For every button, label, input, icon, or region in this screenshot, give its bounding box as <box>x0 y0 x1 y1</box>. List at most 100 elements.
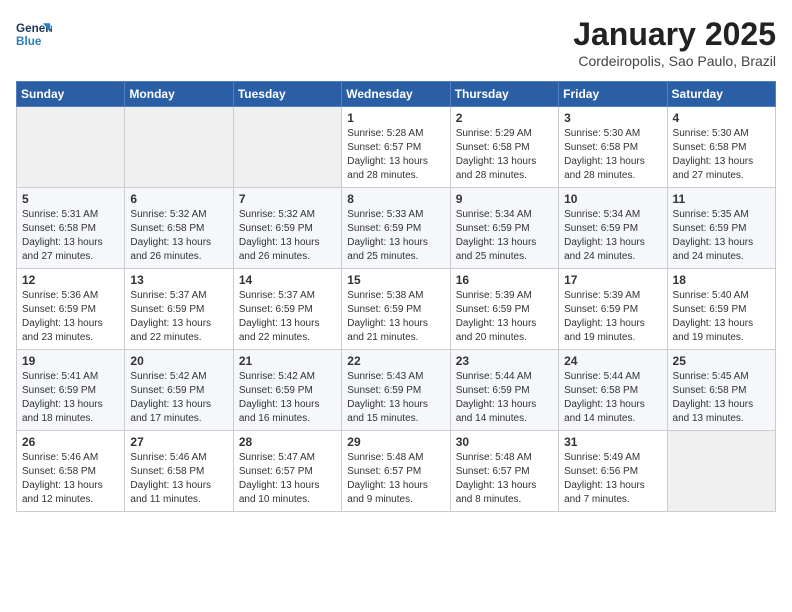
day-number: 14 <box>239 273 336 287</box>
day-number: 25 <box>673 354 770 368</box>
day-info: Sunrise: 5:34 AM Sunset: 6:59 PM Dayligh… <box>456 208 553 264</box>
day-cell: 10Sunrise: 5:34 AM Sunset: 6:59 PM Dayli… <box>559 188 667 269</box>
day-number: 7 <box>239 192 336 206</box>
weekday-header-row: SundayMondayTuesdayWednesdayThursdayFrid… <box>17 82 776 107</box>
title-section: January 2025 Cordeiropolis, Sao Paulo, B… <box>573 16 776 69</box>
day-number: 19 <box>22 354 119 368</box>
weekday-header-tuesday: Tuesday <box>233 82 341 107</box>
day-info: Sunrise: 5:35 AM Sunset: 6:59 PM Dayligh… <box>673 208 770 264</box>
weekday-header-sunday: Sunday <box>17 82 125 107</box>
day-info: Sunrise: 5:36 AM Sunset: 6:59 PM Dayligh… <box>22 289 119 345</box>
day-cell: 29Sunrise: 5:48 AM Sunset: 6:57 PM Dayli… <box>342 431 450 512</box>
day-cell <box>233 107 341 188</box>
day-cell: 19 Sunrise: 5:41 AM Sunset: 6:59 PM Dayli… <box>17 350 125 431</box>
day-cell: 30 Sunrise: 5:48 AM Sunset: 6:57 PM Dayli… <box>450 431 558 512</box>
day-info: Sunrise: 5:32 AM Sunset: 6:59 PM Dayligh… <box>239 208 336 264</box>
day-number: 20 <box>130 354 227 368</box>
day-number: 18 <box>673 273 770 287</box>
day-number: 2 <box>456 111 553 125</box>
day-cell: 13 Sunrise: 5:37 AM Sunset: 6:59 PM Dayli… <box>125 269 233 350</box>
calendar-table: SundayMondayTuesdayWednesdayThursdayFrid… <box>16 81 776 512</box>
day-cell: 27Sunrise: 5:46 AM Sunset: 6:58 PM Dayli… <box>125 431 233 512</box>
day-cell: 12Sunrise: 5:36 AM Sunset: 6:59 PM Dayli… <box>17 269 125 350</box>
month-title: January 2025 <box>573 16 776 53</box>
day-cell: 18Sunrise: 5:40 AM Sunset: 6:59 PM Dayli… <box>667 269 775 350</box>
day-cell: 15Sunrise: 5:38 AM Sunset: 6:59 PM Dayli… <box>342 269 450 350</box>
day-number: 6 <box>130 192 227 206</box>
day-cell: 3 Sunrise: 5:30 AM Sunset: 6:58 PM Daylig… <box>559 107 667 188</box>
day-info: Sunrise: 5:29 AM Sunset: 6:58 PM Dayligh… <box>456 127 553 183</box>
day-info: Sunrise: 5:28 AM Sunset: 6:57 PM Dayligh… <box>347 127 444 183</box>
day-cell <box>125 107 233 188</box>
day-info: Sunrise: 5:44 AM Sunset: 6:58 PM Dayligh… <box>564 370 661 426</box>
logo: General Blue <box>16 16 52 52</box>
day-cell: 22 Sunrise: 5:43 AM Sunset: 6:59 PM Dayli… <box>342 350 450 431</box>
day-cell: 9 Sunrise: 5:34 AM Sunset: 6:59 PM Daylig… <box>450 188 558 269</box>
day-info: Sunrise: 5:30 AM Sunset: 6:58 PM Dayligh… <box>564 127 661 183</box>
page-header: General Blue January 2025 Cordeiropolis,… <box>16 16 776 69</box>
day-number: 22 <box>347 354 444 368</box>
day-info: Sunrise: 5:49 AM Sunset: 6:56 PM Dayligh… <box>564 451 661 507</box>
day-cell: 25Sunrise: 5:45 AM Sunset: 6:58 PM Dayli… <box>667 350 775 431</box>
weekday-header-saturday: Saturday <box>667 82 775 107</box>
day-cell: 4 Sunrise: 5:30 AM Sunset: 6:58 PM Daylig… <box>667 107 775 188</box>
svg-text:Blue: Blue <box>16 35 42 48</box>
day-number: 24 <box>564 354 661 368</box>
day-info: Sunrise: 5:42 AM Sunset: 6:59 PM Dayligh… <box>130 370 227 426</box>
day-info: Sunrise: 5:37 AM Sunset: 6:59 PM Dayligh… <box>239 289 336 345</box>
day-number: 17 <box>564 273 661 287</box>
day-cell: 14 Sunrise: 5:37 AM Sunset: 6:59 PM Dayli… <box>233 269 341 350</box>
day-number: 23 <box>456 354 553 368</box>
day-cell: 31 Sunrise: 5:49 AM Sunset: 6:56 PM Dayli… <box>559 431 667 512</box>
day-info: Sunrise: 5:42 AM Sunset: 6:59 PM Dayligh… <box>239 370 336 426</box>
day-number: 21 <box>239 354 336 368</box>
day-number: 31 <box>564 435 661 449</box>
day-cell: 6Sunrise: 5:32 AM Sunset: 6:58 PM Daylig… <box>125 188 233 269</box>
weekday-header-friday: Friday <box>559 82 667 107</box>
day-info: Sunrise: 5:31 AM Sunset: 6:58 PM Dayligh… <box>22 208 119 264</box>
day-info: Sunrise: 5:43 AM Sunset: 6:59 PM Dayligh… <box>347 370 444 426</box>
day-number: 1 <box>347 111 444 125</box>
day-info: Sunrise: 5:46 AM Sunset: 6:58 PM Dayligh… <box>22 451 119 507</box>
day-number: 4 <box>673 111 770 125</box>
day-cell: 26Sunrise: 5:46 AM Sunset: 6:58 PM Dayli… <box>17 431 125 512</box>
weekday-header-thursday: Thursday <box>450 82 558 107</box>
day-number: 16 <box>456 273 553 287</box>
weekday-header-wednesday: Wednesday <box>342 82 450 107</box>
day-number: 13 <box>130 273 227 287</box>
day-cell: 20 Sunrise: 5:42 AM Sunset: 6:59 PM Dayli… <box>125 350 233 431</box>
day-number: 27 <box>130 435 227 449</box>
day-cell: 17Sunrise: 5:39 AM Sunset: 6:59 PM Dayli… <box>559 269 667 350</box>
day-cell: 23 Sunrise: 5:44 AM Sunset: 6:59 PM Dayli… <box>450 350 558 431</box>
week-row-3: 12Sunrise: 5:36 AM Sunset: 6:59 PM Dayli… <box>17 269 776 350</box>
day-info: Sunrise: 5:44 AM Sunset: 6:59 PM Dayligh… <box>456 370 553 426</box>
day-info: Sunrise: 5:48 AM Sunset: 6:57 PM Dayligh… <box>456 451 553 507</box>
week-row-1: 1 Sunrise: 5:28 AM Sunset: 6:57 PM Daylig… <box>17 107 776 188</box>
day-number: 3 <box>564 111 661 125</box>
day-cell: 7 Sunrise: 5:32 AM Sunset: 6:59 PM Daylig… <box>233 188 341 269</box>
day-number: 29 <box>347 435 444 449</box>
week-row-2: 5 Sunrise: 5:31 AM Sunset: 6:58 PM Daylig… <box>17 188 776 269</box>
day-cell: 8Sunrise: 5:33 AM Sunset: 6:59 PM Daylig… <box>342 188 450 269</box>
weekday-header-monday: Monday <box>125 82 233 107</box>
day-info: Sunrise: 5:38 AM Sunset: 6:59 PM Dayligh… <box>347 289 444 345</box>
day-cell: 28Sunrise: 5:47 AM Sunset: 6:57 PM Dayli… <box>233 431 341 512</box>
day-number: 11 <box>673 192 770 206</box>
day-info: Sunrise: 5:47 AM Sunset: 6:57 PM Dayligh… <box>239 451 336 507</box>
day-info: Sunrise: 5:39 AM Sunset: 6:59 PM Dayligh… <box>456 289 553 345</box>
week-row-4: 19 Sunrise: 5:41 AM Sunset: 6:59 PM Dayli… <box>17 350 776 431</box>
day-cell: 21 Sunrise: 5:42 AM Sunset: 6:59 PM Dayli… <box>233 350 341 431</box>
day-info: Sunrise: 5:41 AM Sunset: 6:59 PM Dayligh… <box>22 370 119 426</box>
day-cell <box>17 107 125 188</box>
day-number: 5 <box>22 192 119 206</box>
day-info: Sunrise: 5:37 AM Sunset: 6:59 PM Dayligh… <box>130 289 227 345</box>
day-cell: 24 Sunrise: 5:44 AM Sunset: 6:58 PM Dayli… <box>559 350 667 431</box>
day-cell: 5 Sunrise: 5:31 AM Sunset: 6:58 PM Daylig… <box>17 188 125 269</box>
day-number: 9 <box>456 192 553 206</box>
day-number: 8 <box>347 192 444 206</box>
day-cell: 1 Sunrise: 5:28 AM Sunset: 6:57 PM Daylig… <box>342 107 450 188</box>
day-cell: 16 Sunrise: 5:39 AM Sunset: 6:59 PM Dayli… <box>450 269 558 350</box>
day-info: Sunrise: 5:30 AM Sunset: 6:58 PM Dayligh… <box>673 127 770 183</box>
day-number: 30 <box>456 435 553 449</box>
day-number: 10 <box>564 192 661 206</box>
